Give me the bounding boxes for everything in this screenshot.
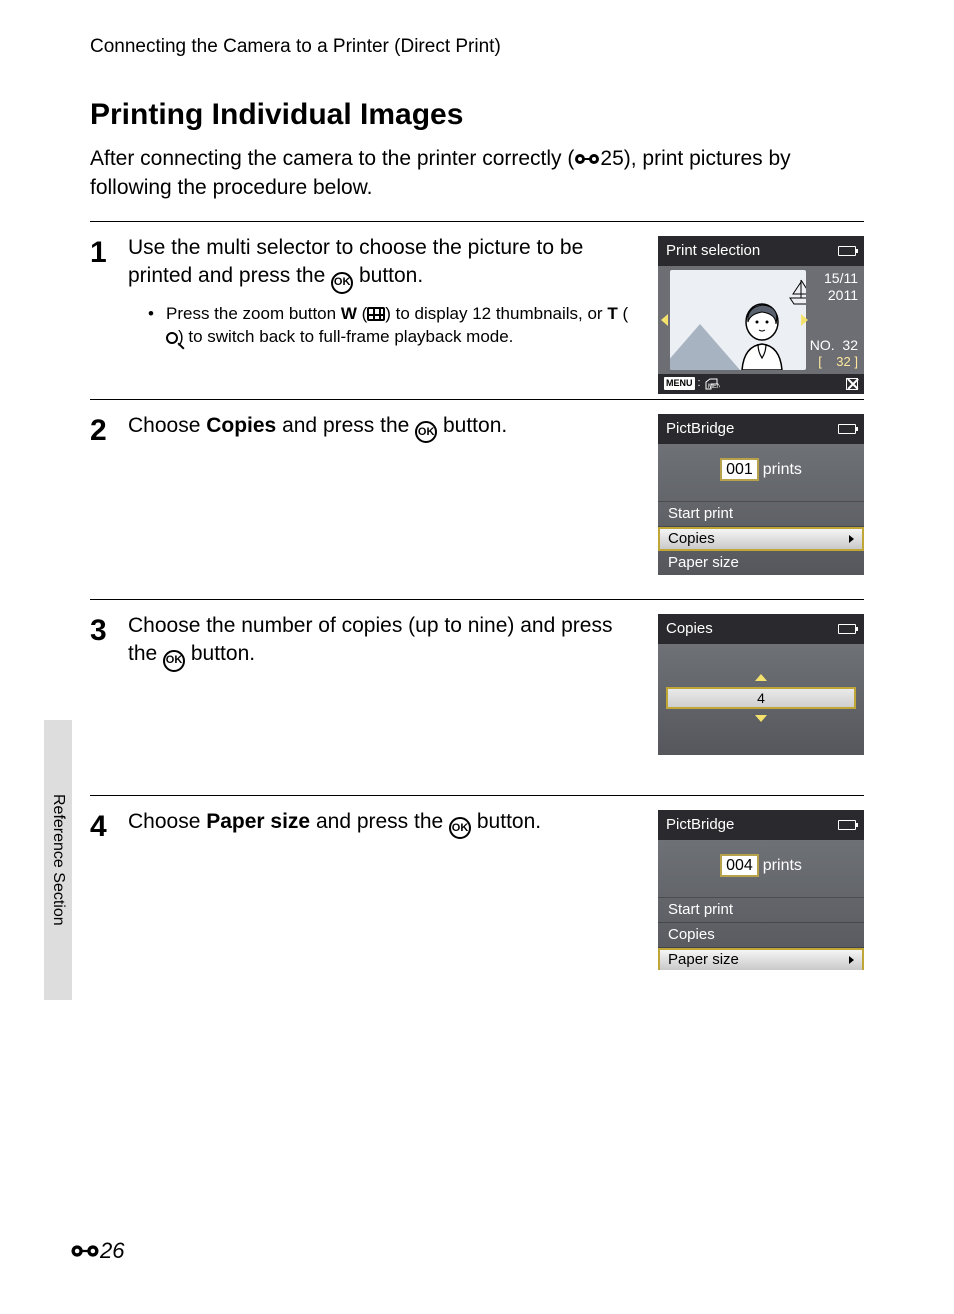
nav-right-icon — [801, 314, 808, 326]
step-4-post: and press the — [310, 810, 449, 833]
intro-text: After connecting the camera to the print… — [90, 144, 864, 203]
battery-icon — [838, 424, 856, 434]
submenu-arrow-icon — [849, 956, 854, 964]
zoom-w-label: W — [341, 304, 357, 323]
lcd-print-selection: Print selection — [658, 236, 864, 394]
menu-item-paper-size-label: Paper size — [668, 951, 739, 969]
lcd-copies-spinner: Copies 4 — [658, 614, 864, 756]
step-2-post: and press the — [276, 414, 415, 437]
step-1: 1 Use the multi selector to choose the p… — [90, 221, 864, 399]
step-3-text: Choose the number of copies (up to nine)… — [128, 612, 634, 672]
lcd1-image-no: NO. 32 — [810, 337, 858, 354]
svg-text:MENU: MENU — [708, 384, 720, 390]
menu-item-copies: Copies — [658, 923, 864, 948]
step-1-bullet: Press the zoom button W ( ) to display 12… — [128, 302, 634, 350]
illustration-person — [740, 300, 784, 370]
reference-icon — [574, 151, 600, 167]
menu-hint: MENU : MENU — [664, 377, 720, 390]
spinner-down-icon — [755, 715, 767, 722]
page-number-value: 26 — [100, 1238, 124, 1264]
illustration-mountain — [670, 324, 740, 370]
bullet-text-e: ) to switch back to full-frame playback … — [178, 327, 513, 346]
spinner-up-icon — [755, 674, 767, 681]
lcd1-image-preview — [670, 270, 806, 370]
ok-button-icon: OK — [415, 421, 437, 443]
magnifier-icon — [166, 332, 178, 344]
section-title: Printing Individual Images — [90, 98, 864, 132]
menu-item-copies-selected: Copies — [658, 527, 864, 551]
step-2-bold: Copies — [206, 414, 276, 437]
step-4-text: Choose Paper size and press the OK butto… — [128, 808, 634, 839]
lcd1-date2: 2011 — [824, 287, 858, 304]
lcd-pictbridge-copies: PictBridge 001prints Start print Copies … — [658, 414, 864, 575]
illustration-sailboat — [786, 276, 806, 306]
lcd2-title: PictBridge — [666, 420, 734, 438]
submenu-arrow-icon — [849, 535, 854, 543]
menu-item-paper-size-selected: Paper size — [658, 948, 864, 970]
lcd4-prints-num: 004 — [720, 854, 759, 877]
step-3: 3 Choose the number of copies (up to nin… — [90, 599, 864, 795]
bullet-text-d: ( — [618, 304, 628, 323]
lcd2-prints-num: 001 — [720, 458, 759, 481]
step-2-pre: Choose — [128, 414, 206, 437]
lcd1-image-count: [ 32 ] — [810, 354, 858, 370]
step-4-bold: Paper size — [206, 810, 310, 833]
nav-left-icon — [661, 314, 668, 326]
step-4: 4 Choose Paper size and press the OK but… — [90, 795, 864, 989]
running-header: Connecting the Camera to a Printer (Dire… — [90, 36, 864, 58]
step-1-text: Use the multi selector to choose the pic… — [128, 234, 634, 294]
lcd1-date1: 15/11 — [824, 270, 858, 287]
step-2: 2 Choose Copies and press the OK button.… — [90, 399, 864, 599]
lcd4-prints-row: 004prints — [658, 840, 864, 897]
step-4-pre: Choose — [128, 810, 206, 833]
lcd3-title: Copies — [666, 620, 713, 638]
step-2-end: button. — [437, 414, 507, 437]
battery-icon — [838, 820, 856, 830]
exit-icon — [846, 378, 858, 390]
menu-item-start-print: Start print — [658, 897, 864, 923]
menu-item-copies-label: Copies — [668, 530, 715, 548]
ok-button-icon: OK — [331, 272, 353, 294]
step-1-text-post: button. — [353, 264, 423, 287]
intro-pre: After connecting the camera to the print… — [90, 147, 574, 170]
step-4-number: 4 — [90, 808, 128, 977]
reference-icon — [70, 1242, 100, 1260]
print-menu-icon: MENU — [704, 378, 720, 390]
page-number: 26 — [70, 1238, 124, 1264]
battery-icon — [838, 624, 856, 634]
battery-icon — [838, 246, 856, 256]
intro-ref-num: 25 — [600, 147, 623, 170]
lcd4-title: PictBridge — [666, 816, 734, 834]
bullet-text-b: ( — [357, 304, 367, 323]
bullet-text-a: Press the zoom button — [166, 304, 341, 323]
menu-item-paper-size: Paper size — [658, 551, 864, 575]
menu-label: MENU — [664, 377, 695, 390]
ok-button-icon: OK — [449, 817, 471, 839]
step-3-number: 3 — [90, 612, 128, 783]
menu-colon: : — [698, 377, 701, 390]
step-2-number: 2 — [90, 412, 128, 587]
bullet-text-c: ) to display 12 thumbnails, or — [385, 304, 607, 323]
step-3-end: button. — [185, 642, 255, 665]
lcd2-prints-row: 001prints — [658, 444, 864, 501]
step-1-number: 1 — [90, 234, 128, 387]
lcd1-title: Print selection — [666, 242, 760, 260]
thumbnail-grid-icon — [367, 307, 385, 321]
lcd-pictbridge-paper: PictBridge 004prints Start print Copies … — [658, 810, 864, 970]
step-4-end: button. — [471, 810, 541, 833]
lcd3-copies-value: 4 — [666, 687, 856, 709]
lcd2-prints-label: prints — [763, 461, 802, 478]
menu-item-start-print: Start print — [658, 501, 864, 527]
step-2-text: Choose Copies and press the OK button. — [128, 412, 634, 443]
zoom-t-label: T — [607, 304, 617, 323]
ok-button-icon: OK — [163, 650, 185, 672]
lcd4-prints-label: prints — [763, 857, 802, 874]
